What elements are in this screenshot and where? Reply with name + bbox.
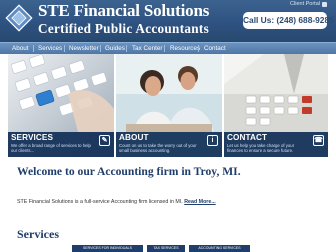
contact-panel[interactable]: CONTACT Let us help you take charge of y…	[224, 54, 328, 157]
tab-tax-services[interactable]: TAX SERVICES	[147, 245, 185, 252]
panel-caption-bar: CONTACT Let us help you take charge of y…	[224, 132, 328, 157]
nav-item-tax-center[interactable]: Tax Center	[132, 43, 162, 54]
about-panel[interactable]: ABOUT Count on us to take the worry out …	[116, 54, 222, 157]
services-panel[interactable]: SERVICES We offer a broad range of servi…	[8, 54, 114, 157]
nav-divider	[64, 45, 65, 52]
info-icon[interactable]: i	[207, 135, 218, 146]
nav-item-guides[interactable]: Guides	[105, 43, 125, 54]
nav-divider	[198, 45, 199, 52]
nav-divider	[100, 45, 101, 52]
nav-divider	[126, 45, 127, 52]
panel-title[interactable]: ABOUT	[119, 133, 149, 142]
panel-description: We offer a broad range of services to he…	[11, 143, 91, 153]
read-more-link[interactable]: Read More...	[184, 199, 216, 205]
phone-icon[interactable]: ☎	[313, 135, 324, 146]
hero-panels: SERVICES We offer a broad range of servi…	[8, 54, 328, 157]
panel-title[interactable]: CONTACT	[227, 133, 267, 142]
nav-item-services[interactable]: Services	[38, 43, 62, 54]
panel-title[interactable]: SERVICES	[11, 133, 53, 142]
nav-item-resources[interactable]: Resources	[170, 43, 200, 54]
panel-description: Count on us to take the worry out of you…	[119, 143, 197, 153]
panel-description: Let us help you take charge of your fina…	[227, 143, 295, 153]
services-heading: Services	[17, 227, 59, 241]
panel-caption-bar: ABOUT Count on us to take the worry out …	[116, 132, 222, 157]
tab-services-for-individuals[interactable]: SERVICES FOR INDIVIDUALS	[72, 245, 143, 252]
brand-subtitle: Certified Public Accountants	[38, 21, 210, 36]
logo-icon[interactable]	[4, 3, 34, 33]
nav-item-about[interactable]: About	[12, 43, 28, 54]
nav-item-contact[interactable]: Contact	[204, 43, 226, 54]
main-nav: About Services Newsletter Guides Tax Cen…	[0, 42, 336, 54]
pencil-square-icon[interactable]: ✎	[99, 135, 110, 146]
call-us-phone[interactable]: Call Us: (248) 688-9285	[243, 12, 334, 29]
intro-sentence: STE Financial Solutions is a full-servic…	[17, 199, 183, 205]
nav-item-newsletter[interactable]: Newsletter	[69, 43, 99, 54]
client-portal-link[interactable]: Client Portal	[290, 1, 320, 7]
lock-icon[interactable]	[322, 2, 327, 7]
nav-divider	[164, 45, 165, 52]
tab-accounting-services[interactable]: ACCOUNTING SERVICES	[189, 245, 250, 252]
panel-caption-bar: SERVICES We offer a broad range of servi…	[8, 132, 114, 157]
intro-text: STE Financial Solutions is a full-servic…	[17, 199, 216, 205]
page-title: Welcome to our Accounting firm in Troy, …	[17, 165, 241, 178]
nav-divider	[33, 45, 34, 52]
site-header: STE Financial Solutions Certified Public…	[0, 0, 336, 42]
brand-title[interactable]: STE Financial Solutions	[38, 1, 209, 21]
